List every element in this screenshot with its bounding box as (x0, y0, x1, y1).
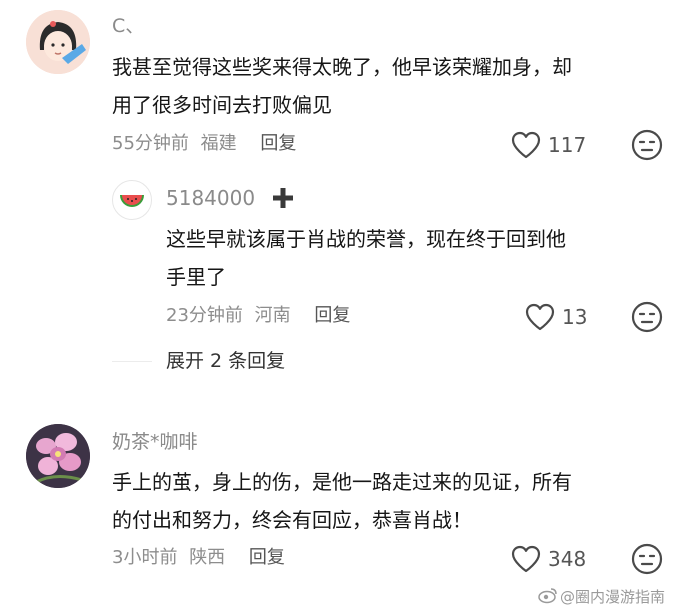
dislike-emoji-icon[interactable] (630, 300, 664, 334)
dislike-emoji-icon[interactable] (630, 542, 664, 576)
reply-button[interactable]: 回复 (260, 133, 296, 154)
reply-meta: 23分钟前 河南 回复 (166, 304, 350, 328)
comment-text-line1: 我甚至觉得这些奖来得太晚了，他早该荣耀加身，却 (112, 55, 572, 79)
girl-avatar-icon (26, 10, 90, 74)
avatar-c[interactable] (26, 10, 90, 74)
expand-divider (112, 361, 152, 362)
comment-text-line2: 的付出和努力，终会有回应，恭喜肖战！ (112, 508, 472, 532)
orchid-flower-icon (26, 424, 90, 488)
comment-meta: 3小时前 陕西 回复 (112, 546, 285, 570)
comment-location: 福建 (200, 133, 237, 154)
heart-icon (511, 545, 541, 573)
reply-button[interactable]: 回复 (249, 547, 285, 568)
comment-time: 3小时前 (112, 547, 178, 568)
reply-reply-button[interactable]: 回复 (314, 305, 350, 326)
follow-plus-icon[interactable] (272, 187, 294, 209)
comment-text-line2: 用了很多时间去打败偏见 (112, 93, 332, 117)
comment-text-line1: 手上的茧，身上的伤，是他一路走过来的见证，所有 (112, 470, 572, 494)
reply-username[interactable]: 5184000 (166, 186, 255, 210)
comment-username[interactable]: 奶茶*咖啡 (112, 430, 198, 454)
reply-like-count: 13 (562, 305, 588, 329)
avatar-naicha-kafei[interactable] (26, 424, 90, 488)
reply-time: 23分钟前 (166, 305, 243, 326)
reply-text-line1: 这些早就该属于肖战的荣誉，现在终于回到他 (166, 227, 566, 251)
weibo-logo-icon (538, 588, 557, 604)
reply-location: 河南 (254, 305, 291, 326)
like-count: 348 (548, 547, 587, 571)
like-count: 117 (548, 133, 587, 157)
heart-icon (525, 303, 555, 331)
comment-location: 陕西 (189, 547, 226, 568)
expand-replies-button[interactable]: 展开 2 条回复 (166, 349, 285, 373)
comment-time: 55分钟前 (112, 133, 189, 154)
watermark-text: @圈内漫游指南 (560, 588, 666, 606)
watermelon-icon (120, 195, 144, 207)
avatar-5184000[interactable] (112, 180, 152, 220)
comment-username[interactable]: C、 (112, 14, 144, 38)
like-button[interactable]: 348 (510, 544, 600, 574)
reply-text-line2: 手里了 (166, 265, 226, 289)
heart-icon (511, 131, 541, 159)
comment-meta: 55分钟前 福建 回复 (112, 132, 296, 156)
dislike-emoji-icon[interactable] (630, 128, 664, 162)
like-button[interactable]: 117 (510, 130, 590, 160)
reply-like-button[interactable]: 13 (524, 302, 594, 332)
